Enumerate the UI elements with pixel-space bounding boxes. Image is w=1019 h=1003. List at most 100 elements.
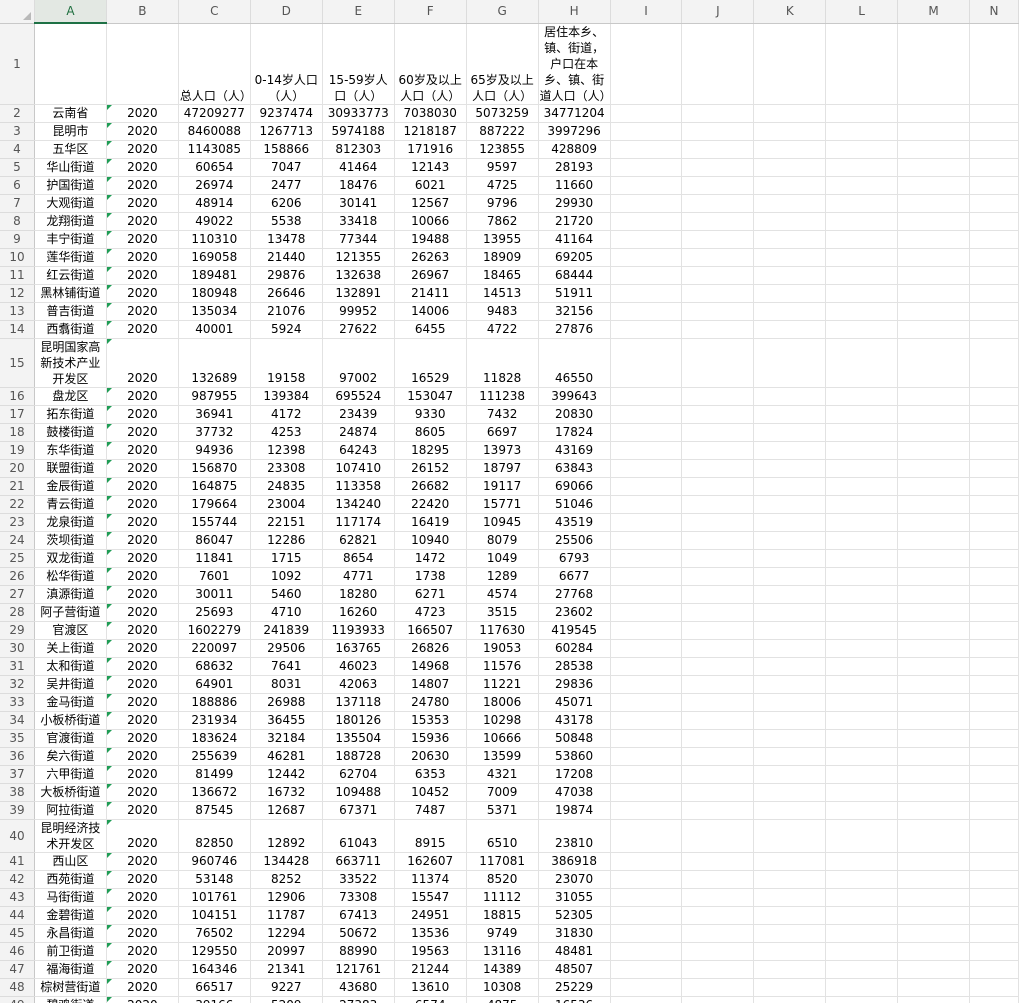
value-cell[interactable]: 25506 <box>538 531 611 550</box>
region-name-cell[interactable]: 莲华街道 <box>34 248 107 267</box>
value-cell[interactable]: 68444 <box>538 266 611 285</box>
empty-cell[interactable] <box>825 675 899 694</box>
value-cell[interactable]: 1193933 <box>322 621 395 640</box>
empty-cell[interactable] <box>753 567 827 586</box>
empty-cell[interactable] <box>753 513 827 532</box>
header-cell-b[interactable] <box>106 23 179 105</box>
value-cell[interactable]: 1289 <box>466 567 539 586</box>
value-cell[interactable]: 5371 <box>466 801 539 820</box>
value-cell[interactable]: 1092 <box>250 567 323 586</box>
year-cell[interactable]: 2020 <box>106 423 179 442</box>
empty-cell[interactable] <box>897 888 970 907</box>
empty-cell[interactable] <box>825 212 899 231</box>
column-header-b[interactable]: B <box>106 0 179 24</box>
empty-cell[interactable] <box>753 801 827 820</box>
value-cell[interactable]: 26967 <box>394 266 467 285</box>
value-cell[interactable]: 10452 <box>394 783 467 802</box>
empty-cell[interactable] <box>897 423 970 442</box>
value-cell[interactable]: 156870 <box>178 459 251 478</box>
year-cell[interactable]: 2020 <box>106 477 179 496</box>
year-cell[interactable]: 2020 <box>106 405 179 424</box>
value-cell[interactable]: 6271 <box>394 585 467 604</box>
empty-cell[interactable] <box>897 140 970 159</box>
empty-cell[interactable] <box>969 513 1019 532</box>
empty-cell[interactable] <box>825 549 899 568</box>
header-cell-a[interactable] <box>34 23 107 105</box>
region-name-cell[interactable]: 西苑街道 <box>34 870 107 889</box>
empty-cell[interactable] <box>610 729 683 748</box>
value-cell[interactable]: 14807 <box>394 675 467 694</box>
value-cell[interactable]: 6574 <box>394 996 467 1003</box>
value-cell[interactable]: 12442 <box>250 765 323 784</box>
empty-cell[interactable] <box>969 495 1019 514</box>
value-cell[interactable]: 4710 <box>250 603 323 622</box>
empty-cell[interactable] <box>969 870 1019 889</box>
value-cell[interactable]: 3997296 <box>538 122 611 141</box>
value-cell[interactable]: 20630 <box>394 747 467 766</box>
row-header[interactable]: 40 <box>0 819 35 853</box>
empty-cell[interactable] <box>825 996 899 1003</box>
empty-cell[interactable] <box>825 122 899 141</box>
year-cell[interactable]: 2020 <box>106 996 179 1003</box>
value-cell[interactable]: 180948 <box>178 284 251 303</box>
empty-cell[interactable] <box>610 122 683 141</box>
empty-cell[interactable] <box>681 888 755 907</box>
empty-cell[interactable] <box>897 783 970 802</box>
row-header[interactable]: 44 <box>0 906 35 925</box>
row-header[interactable]: 38 <box>0 783 35 802</box>
row-header[interactable]: 42 <box>0 870 35 889</box>
value-cell[interactable]: 33522 <box>322 870 395 889</box>
value-cell[interactable]: 13599 <box>466 747 539 766</box>
value-cell[interactable]: 11828 <box>466 338 539 388</box>
empty-cell[interactable] <box>610 585 683 604</box>
value-cell[interactable]: 220097 <box>178 639 251 658</box>
region-name-cell[interactable]: 关上街道 <box>34 639 107 658</box>
year-cell[interactable]: 2020 <box>106 441 179 460</box>
empty-cell[interactable] <box>610 870 683 889</box>
empty-cell[interactable] <box>681 302 755 321</box>
region-name-cell[interactable]: 龙翔街道 <box>34 212 107 231</box>
empty-cell[interactable] <box>897 284 970 303</box>
empty-cell[interactable] <box>681 657 755 676</box>
empty-cell[interactable] <box>969 639 1019 658</box>
empty-cell[interactable] <box>753 441 827 460</box>
value-cell[interactable]: 49022 <box>178 212 251 231</box>
value-cell[interactable]: 26826 <box>394 639 467 658</box>
empty-cell[interactable] <box>610 338 683 388</box>
value-cell[interactable]: 10298 <box>466 711 539 730</box>
row-header[interactable]: 2 <box>0 104 35 123</box>
value-cell[interactable]: 162607 <box>394 852 467 871</box>
value-cell[interactable]: 64901 <box>178 675 251 694</box>
empty-cell[interactable] <box>825 405 899 424</box>
value-cell[interactable]: 68632 <box>178 657 251 676</box>
year-cell[interactable]: 2020 <box>106 978 179 997</box>
value-cell[interactable]: 51911 <box>538 284 611 303</box>
column-header-e[interactable]: E <box>322 0 395 24</box>
value-cell[interactable]: 32156 <box>538 302 611 321</box>
empty-cell[interactable] <box>969 549 1019 568</box>
row-header[interactable]: 15 <box>0 338 35 388</box>
empty-cell[interactable] <box>825 513 899 532</box>
value-cell[interactable]: 29930 <box>538 194 611 213</box>
empty-cell[interactable] <box>897 960 970 979</box>
empty-cell[interactable] <box>753 230 827 249</box>
empty-cell[interactable] <box>897 801 970 820</box>
empty-cell[interactable] <box>753 657 827 676</box>
empty-cell[interactable] <box>681 194 755 213</box>
empty-cell[interactable] <box>897 266 970 285</box>
empty-cell[interactable] <box>897 513 970 532</box>
empty-cell[interactable] <box>969 338 1019 388</box>
value-cell[interactable]: 12892 <box>250 819 323 853</box>
value-cell[interactable]: 19874 <box>538 801 611 820</box>
empty-cell[interactable] <box>681 104 755 123</box>
region-name-cell[interactable]: 矣六街道 <box>34 747 107 766</box>
empty-cell[interactable] <box>897 549 970 568</box>
empty-cell[interactable] <box>610 819 683 853</box>
header-cell-age-0-14[interactable]: 0-14岁人口（人） <box>250 23 323 105</box>
value-cell[interactable]: 4723 <box>394 603 467 622</box>
year-cell[interactable]: 2020 <box>106 549 179 568</box>
empty-cell[interactable] <box>897 338 970 388</box>
empty-cell[interactable] <box>681 495 755 514</box>
value-cell[interactable]: 52305 <box>538 906 611 925</box>
value-cell[interactable]: 29836 <box>538 675 611 694</box>
